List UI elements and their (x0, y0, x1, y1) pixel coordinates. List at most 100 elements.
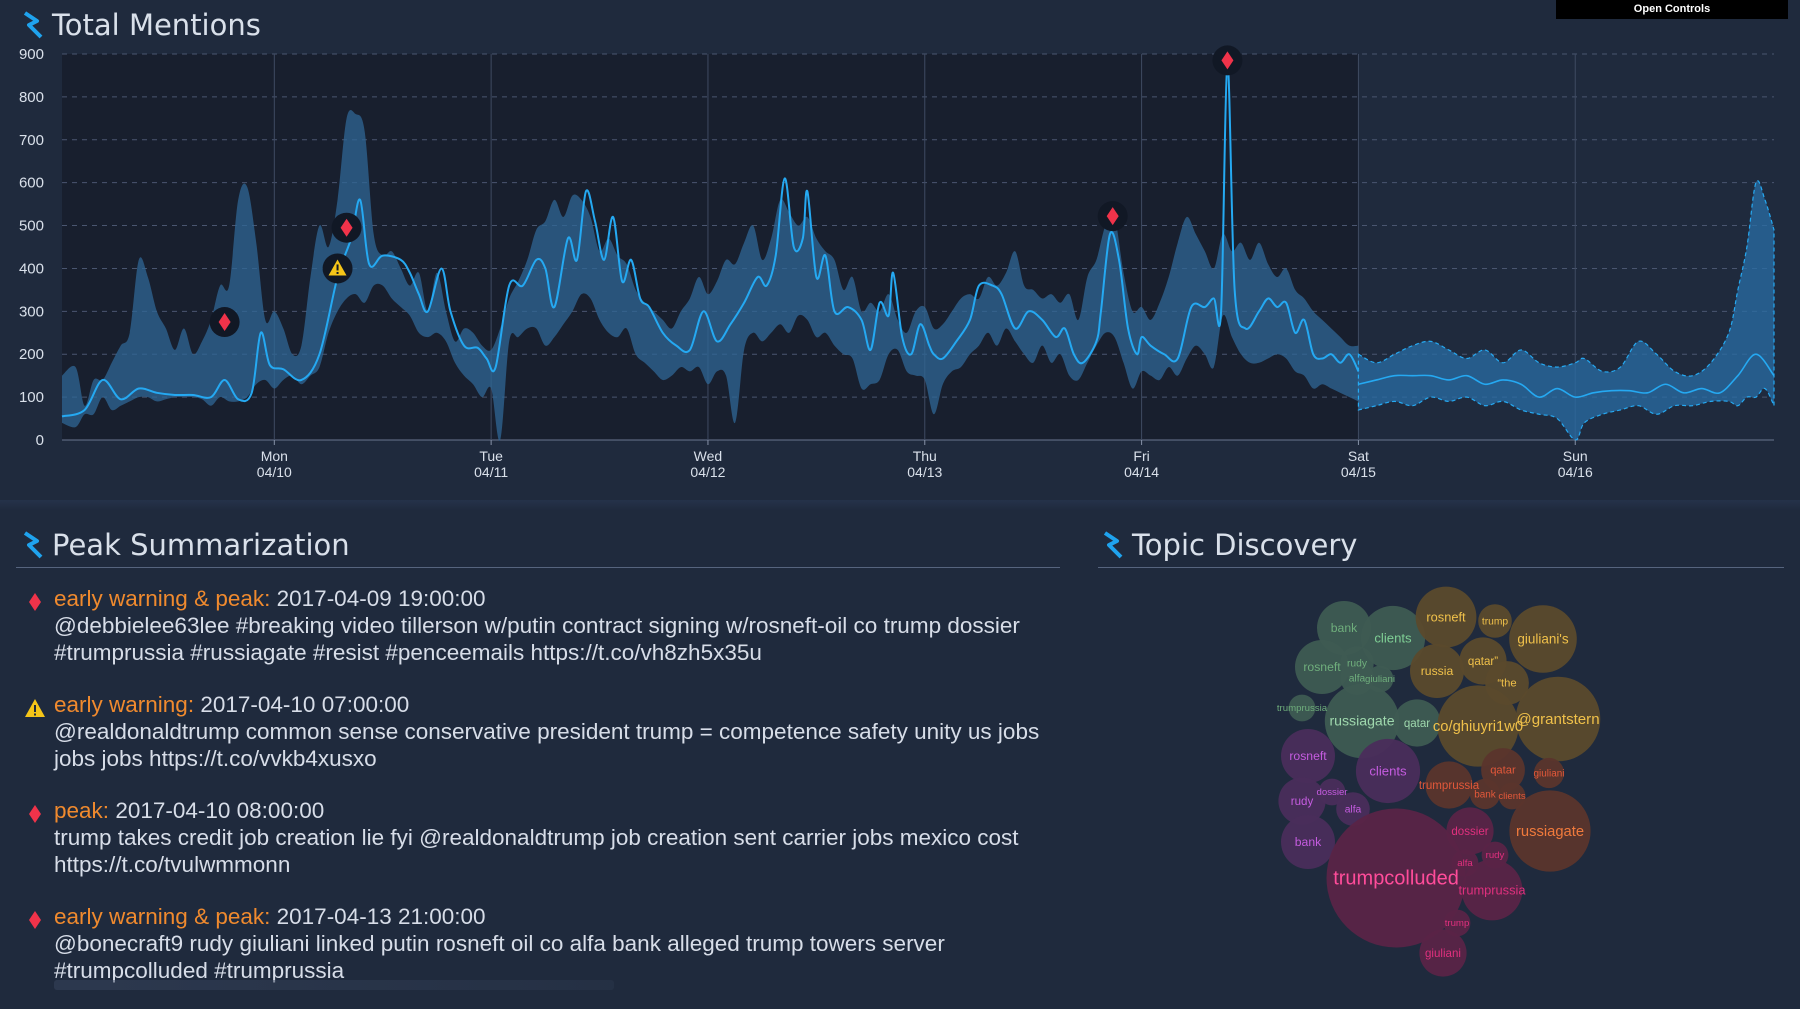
topic-label: giuliani (1365, 674, 1395, 685)
topic-label: alfa (1345, 804, 1362, 815)
peak-item[interactable]: early warning & peak: 2017-04-13 21:00:0… (22, 903, 1062, 984)
topic-label: rudy (1486, 850, 1505, 861)
peak-time: 2017-04-13 21:00:00 (276, 904, 486, 929)
topic-label: alfa (1457, 858, 1473, 869)
mentions-chart: 900 800 700 600 500 400 300 200 100 0 Mon04/10 Tue… (19, 45, 1775, 480)
warning-marker[interactable] (322, 253, 353, 284)
open-controls-button[interactable]: Open Controls (1556, 0, 1788, 19)
x-tick-date: 04/13 (907, 464, 942, 480)
peak-marker[interactable] (1097, 201, 1128, 232)
peak-item[interactable]: early warning & peak: 2017-04-09 19:00:0… (22, 585, 1062, 666)
x-tick-date: 04/14 (1124, 464, 1159, 480)
peak-kind: early warning & peak: (54, 586, 271, 611)
topic-label: bank (1295, 835, 1322, 849)
x-tick-day: Fri (1133, 448, 1149, 464)
y-tick-label: 400 (19, 260, 44, 277)
peak-text: @realdonaldtrump common sense conservati… (54, 719, 1040, 771)
topic-label: rudy (1347, 658, 1368, 669)
y-tick-label: 500 (19, 218, 44, 235)
topic-discovery-title: Topic Discovery (1132, 528, 1358, 562)
topic-label: giuliani (1425, 948, 1461, 960)
x-tick-day: Mon (261, 448, 288, 464)
x-tick-date: 04/16 (1558, 464, 1593, 480)
section-divider (0, 500, 1800, 510)
peak-text: @debbielee63lee #breaking video tillerso… (54, 613, 1020, 665)
x-axis: Mon04/10 Tue04/11 Wed04/12 Thu04/13 Fri04/14… (257, 440, 1593, 480)
y-tick-label: 300 (19, 303, 44, 320)
total-mentions-header: Total Mentions (22, 8, 261, 42)
topic-label: qatar (1490, 765, 1516, 777)
peak-time: 2017-04-10 08:00:00 (115, 798, 325, 823)
topic-label: dossier (1316, 787, 1348, 798)
topic-label: bank (1331, 621, 1358, 635)
peak-list: early warning & peak: 2017-04-09 19:00:0… (22, 585, 1062, 1009)
peak-marker[interactable] (1212, 45, 1243, 76)
x-tick-date: 04/10 (257, 464, 292, 480)
warning-bang (336, 264, 339, 271)
peak-diamond-icon (29, 805, 41, 823)
topic-label: trumprussia (1419, 780, 1480, 792)
peak-diamond-icon (29, 911, 41, 929)
topic-label: trump (1482, 616, 1509, 627)
x-tick-day: Sun (1563, 448, 1588, 464)
peak-marker[interactable] (209, 307, 240, 338)
y-tick-label: 100 (19, 389, 44, 406)
peak-marker[interactable] (331, 212, 362, 243)
peak-kind: early warning: (54, 692, 195, 717)
x-tick-date: 04/15 (1341, 464, 1376, 480)
topic-label: clients (1369, 763, 1407, 778)
topic-label: clients (1374, 630, 1412, 645)
y-tick-label: 700 (19, 132, 44, 149)
peak-summarization-header: Peak Summarization (22, 528, 350, 562)
topic-label: qatar (1404, 718, 1430, 730)
topic-label: bank (1474, 789, 1496, 800)
logo-icon (23, 11, 43, 39)
topic-label: russia (1421, 664, 1454, 678)
topic-label: trumprussia (1277, 703, 1328, 714)
topic-label: alfa (1349, 673, 1366, 684)
topic-label: rosneft (1289, 749, 1327, 763)
topic-label: rosneft (1303, 660, 1341, 674)
x-tick-day: Sat (1348, 448, 1369, 464)
topic-label: trumprussia (1458, 882, 1526, 897)
topic-label: russiagate (1516, 824, 1584, 840)
peak-summarization-title: Peak Summarization (52, 528, 350, 562)
topic-label: @grantstern (1516, 711, 1599, 728)
topic-label: clients (1498, 791, 1525, 802)
peak-text: trump takes credit job creation lie fyi … (54, 825, 1019, 877)
x-tick-day: Tue (479, 448, 503, 464)
x-tick-date: 04/12 (690, 464, 725, 480)
logo-icon (1103, 531, 1123, 559)
topic-label: russiagate (1329, 713, 1394, 729)
warning-triangle-icon (25, 699, 45, 717)
warning-dot (336, 271, 339, 274)
topic-label: co/ghiuyri1w0 (1433, 719, 1523, 735)
peak-time: 2017-04-09 19:00:00 (276, 586, 486, 611)
topic-label: “the (1497, 678, 1516, 690)
forecast-band (1357, 180, 1775, 441)
page-title: Total Mentions (52, 8, 261, 42)
y-axis: 900 800 700 600 500 400 300 200 100 0 (19, 46, 44, 449)
peak-item[interactable]: peak: 2017-04-10 08:00:00 trump takes cr… (22, 797, 1062, 878)
y-tick-label: 0 (36, 432, 44, 449)
peak-kind: early warning & peak: (54, 904, 271, 929)
peak-text: @bonecraft9 rudy giuliani linked putin r… (54, 931, 945, 983)
topic-label: dossier (1451, 826, 1488, 838)
next-item-fade (54, 980, 614, 990)
topic-label: rudy (1291, 796, 1314, 808)
topic-label: giuliani's (1517, 631, 1569, 646)
peak-title-rule (16, 567, 1060, 568)
logo-icon (23, 531, 43, 559)
topic-label: rosneft (1426, 609, 1466, 624)
y-tick-label: 800 (19, 89, 44, 106)
x-tick-date: 04/11 (474, 464, 508, 480)
topic-label: giuliani (1534, 768, 1565, 779)
topic-bubble-chart[interactable]: bankclientsrosneft rudyalfa giulianitrumpr… (1260, 580, 1620, 980)
topic-title-rule (1098, 567, 1784, 568)
peak-diamond-icon (29, 593, 41, 611)
peak-item[interactable]: early warning: 2017-04-10 07:00:00 @real… (22, 691, 1062, 772)
y-tick-label: 200 (19, 346, 44, 363)
peak-kind: peak: (54, 798, 110, 823)
peak-time: 2017-04-10 07:00:00 (200, 692, 410, 717)
x-tick-day: Thu (913, 448, 937, 464)
